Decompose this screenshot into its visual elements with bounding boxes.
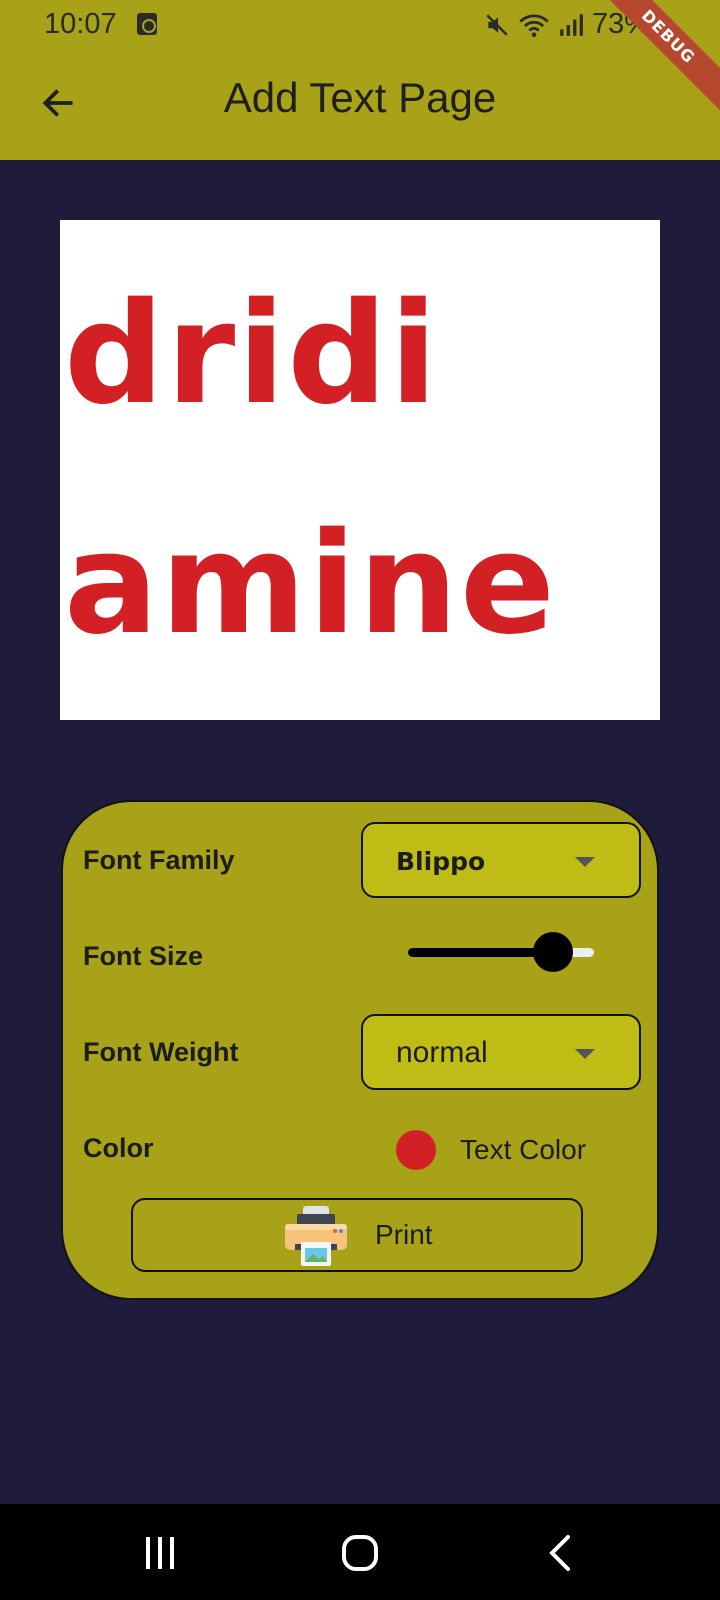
font-family-dropdown[interactable]: Blippo [361, 822, 641, 898]
controls-panel: Font Family Blippo Font Size Font Weight… [61, 800, 659, 1300]
nav-back-icon [549, 1535, 570, 1571]
preview-line-2: amine [64, 503, 557, 666]
printer-icon [285, 1206, 347, 1266]
print-button[interactable]: Print [131, 1198, 583, 1272]
color-label: Color [83, 1133, 154, 1163]
font-size-label: Font Size [83, 941, 203, 971]
mute-icon [486, 13, 508, 36]
app-bar: Add Text Page [0, 50, 720, 160]
home-icon [342, 1535, 378, 1571]
home-button[interactable] [330, 1528, 390, 1578]
screen-record-icon [137, 13, 157, 35]
nav-back-button[interactable] [530, 1528, 590, 1578]
preview-line-1: dridi [64, 273, 440, 436]
font-weight-label: Font Weight [83, 1037, 239, 1067]
system-nav-bar [0, 1504, 720, 1600]
slider-track-active [408, 948, 553, 957]
status-time: 10:07 [44, 8, 117, 40]
wifi-icon [519, 14, 549, 37]
dropdown-arrow-icon [575, 1049, 595, 1059]
text-preview: dridi amine [60, 220, 660, 720]
screen: 10:07 73% DEBUG Add Text Page dridi amin… [0, 0, 720, 1600]
font-family-value: Blippo [396, 847, 486, 876]
font-family-label: Font Family [83, 845, 235, 875]
recent-apps-button[interactable] [130, 1528, 190, 1578]
text-color-button[interactable]: Text Color [396, 1125, 606, 1175]
recent-apps-icon [146, 1537, 174, 1569]
print-label: Print [375, 1219, 433, 1250]
color-swatch [396, 1130, 436, 1170]
font-weight-value: normal [396, 1036, 488, 1069]
page-title: Add Text Page [223, 74, 497, 121]
slider-thumb[interactable] [533, 932, 573, 972]
dropdown-arrow-icon [575, 857, 595, 867]
font-size-slider[interactable] [408, 930, 594, 974]
top-bar: 10:07 73% DEBUG Add Text Page [0, 0, 720, 160]
text-color-label: Text Color [460, 1134, 587, 1165]
status-bar: 10:07 73% [0, 0, 720, 50]
signal-icon [560, 13, 583, 36]
font-weight-dropdown[interactable]: normal [361, 1014, 641, 1090]
